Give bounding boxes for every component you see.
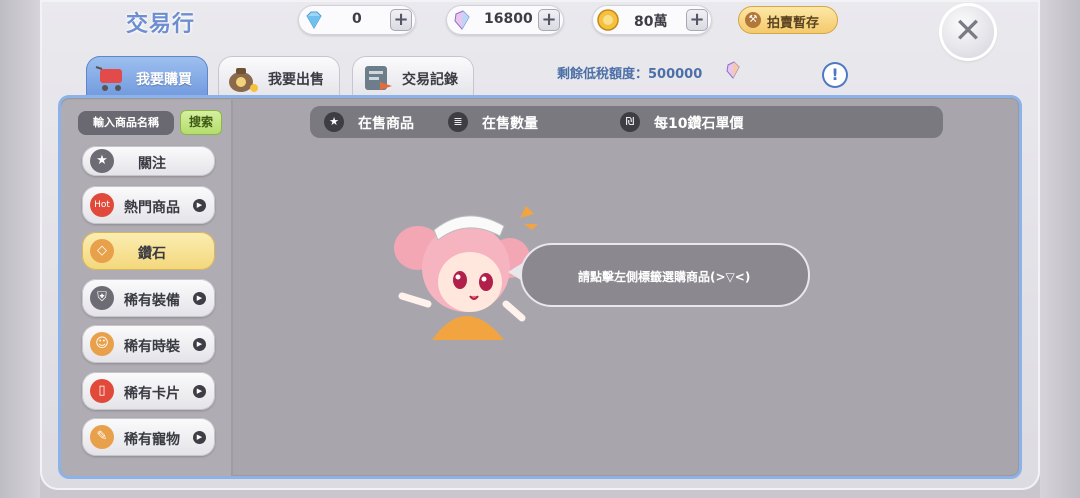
tax-quota: 剩餘低稅額度：500000 <box>557 67 703 82</box>
crystal-balance: 16800 + <box>446 5 564 35</box>
star-icon: ★ <box>324 112 344 132</box>
tab-buy[interactable]: 我要購買 <box>86 56 208 100</box>
crystal-count: 16800 <box>484 11 533 27</box>
price-icon: ₪ <box>620 112 640 132</box>
sidebar-item-card[interactable]: ▯ 稀有卡片 ▶ <box>82 372 215 410</box>
sidebar-item-label: 關注 <box>138 156 166 172</box>
sidebar-item-label: 稀有寵物 <box>124 432 180 448</box>
hammer-icon: ⚒ <box>745 12 761 28</box>
sidebar-item-hot[interactable]: Hot 熱門商品 ▶ <box>82 186 215 224</box>
left-border <box>0 0 40 498</box>
armor-icon: ⛨ <box>90 286 114 310</box>
column-label: 在售數量 <box>482 116 538 132</box>
auction-storage-button[interactable]: ⚒ 拍賣暫存 <box>738 6 838 34</box>
empty-state-message: 請點擊左側標籤選購商品(>▽<) <box>578 270 751 284</box>
close-icon: ✕ <box>953 11 983 51</box>
column-header: ★ 在售商品 ≣ 在售數量 ₪ 每10鑽石單價 <box>310 106 943 138</box>
diamond-count: 0 <box>352 11 362 27</box>
sidebar-item-costume[interactable]: ☺ 稀有時裝 ▶ <box>82 325 215 363</box>
search-input[interactable] <box>78 111 174 135</box>
zeny-count: 80萬 <box>634 14 668 30</box>
costume-icon: ☺ <box>90 332 114 356</box>
chevron-right-icon: ▶ <box>193 385 206 398</box>
tab-history[interactable]: 交易記錄 <box>352 56 474 100</box>
cart-icon <box>92 60 130 96</box>
chevron-right-icon: ▶ <box>193 292 206 305</box>
diamond-icon <box>306 11 322 29</box>
tab-sell[interactable]: 我要出售 <box>218 56 340 100</box>
info-button[interactable]: ! <box>822 62 848 88</box>
tab-buy-label: 我要購買 <box>136 72 192 88</box>
chevron-right-icon: ▶ <box>193 431 206 444</box>
zeny-balance: 80萬 + <box>592 5 712 35</box>
tab-sell-label: 我要出售 <box>268 72 324 88</box>
diamond-icon: ◇ <box>90 239 114 263</box>
add-diamond-button[interactable]: + <box>390 9 412 31</box>
card-icon: ▯ <box>90 379 114 403</box>
sidebar-item-equipment[interactable]: ⛨ 稀有裝備 ▶ <box>82 279 215 317</box>
list-icon: ≣ <box>448 112 468 132</box>
hot-icon: Hot <box>90 193 114 217</box>
add-zeny-button[interactable]: + <box>686 9 708 31</box>
sidebar-item-label: 稀有裝備 <box>124 293 180 309</box>
diamond-balance: 0 + <box>298 5 416 35</box>
bone-icon: ✎ <box>90 425 114 449</box>
sidebar-item-label: 稀有卡片 <box>124 386 180 402</box>
sidebar-item-pet[interactable]: ✎ 稀有寵物 ▶ <box>82 418 215 456</box>
close-button[interactable]: ✕ <box>942 6 994 58</box>
crystal-icon <box>726 61 740 79</box>
column-label: 在售商品 <box>358 116 414 132</box>
coin-icon <box>597 9 619 31</box>
auction-label: 拍賣暫存 <box>767 16 820 31</box>
sidebar-item-label: 熱門商品 <box>124 200 180 216</box>
sidebar-item-label: 稀有時裝 <box>124 339 180 355</box>
tab-history-label: 交易記錄 <box>402 72 458 88</box>
chevron-right-icon: ▶ <box>193 338 206 351</box>
record-icon <box>358 60 396 96</box>
sidebar-item-diamond[interactable]: ◇ 鑽石 <box>82 232 215 270</box>
sidebar-item-label: 鑽石 <box>138 246 166 262</box>
search-button[interactable]: 搜索 <box>180 110 222 135</box>
money-bag-icon <box>224 60 262 96</box>
chevron-right-icon: ▶ <box>193 199 206 212</box>
sidebar-item-favorites[interactable]: ★ 關注 <box>82 146 215 176</box>
column-label: 每10鑽石單價 <box>654 116 744 132</box>
add-crystal-button[interactable]: + <box>538 9 560 31</box>
star-icon: ★ <box>90 149 114 173</box>
window-title: 交易行 <box>126 12 196 37</box>
crystal-icon <box>454 10 470 30</box>
exclamation-icon: ! <box>831 65 839 84</box>
right-border <box>1040 0 1080 498</box>
